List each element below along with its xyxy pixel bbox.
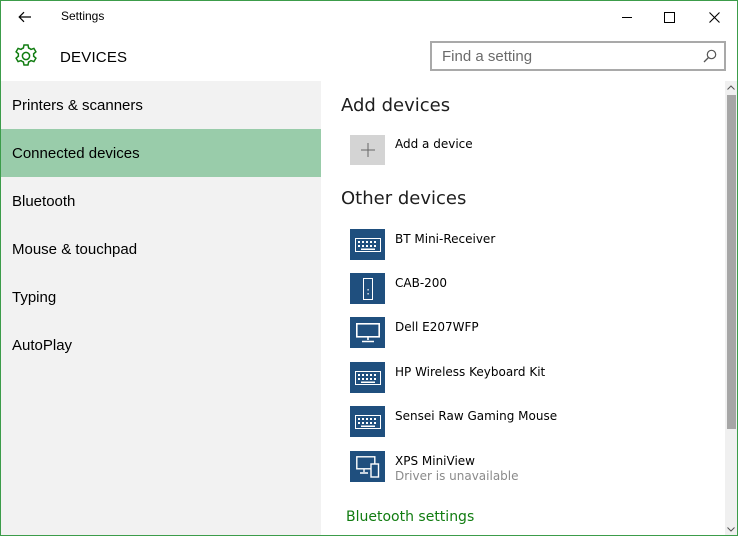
close-button[interactable] xyxy=(691,1,737,33)
sidebar-item-printers-scanners[interactable]: Printers & scanners xyxy=(1,81,321,129)
add-device-label[interactable]: Add a device xyxy=(395,137,473,151)
add-device-button[interactable] xyxy=(350,135,385,165)
sidebar-item-label: AutoPlay xyxy=(12,337,73,354)
sidebar-item-label: Typing xyxy=(12,289,57,306)
device-item[interactable]: CAB-200 xyxy=(321,269,721,309)
scroll-thumb[interactable] xyxy=(727,95,736,429)
content-scrollbar[interactable] xyxy=(725,81,737,535)
scroll-down-button[interactable] xyxy=(725,523,737,535)
content-pane: Add devices Add a device Other devices B… xyxy=(321,81,725,535)
minimize-icon xyxy=(621,16,632,18)
device-tile xyxy=(350,229,385,260)
sidebar-item-label: Printers & scanners xyxy=(12,97,143,114)
sidebar-item-mouse-touchpad[interactable]: Mouse & touchpad xyxy=(1,225,321,273)
device-name: Sensei Raw Gaming Mouse xyxy=(395,409,558,423)
back-button[interactable] xyxy=(9,4,41,30)
other-devices-heading: Other devices xyxy=(341,188,467,209)
sidebar-item-label: Mouse & touchpad xyxy=(12,241,138,258)
sidebar-item-connected-devices[interactable]: Connected devices xyxy=(1,129,321,177)
page-title: DEVICES xyxy=(60,49,128,66)
device-item[interactable]: XPS MiniView Driver is unavailable xyxy=(321,447,721,487)
device-name: BT Mini-Receiver xyxy=(395,232,496,246)
keyboard-icon xyxy=(354,370,381,385)
settings-window: Settings DEVICES Printe xyxy=(0,0,738,536)
device-name: Dell E207WFP xyxy=(395,320,479,334)
add-devices-heading: Add devices xyxy=(341,95,451,116)
speaker-icon xyxy=(362,277,373,300)
device-item[interactable]: BT Mini-Receiver xyxy=(321,225,721,265)
sidebar-item-label: Bluetooth xyxy=(12,193,76,210)
minimize-button[interactable] xyxy=(604,1,650,33)
device-name: CAB-200 xyxy=(395,276,448,290)
keyboard-icon xyxy=(354,414,381,429)
monitor-icon xyxy=(355,322,380,342)
device-tile xyxy=(350,406,385,437)
chevron-down-icon xyxy=(727,526,735,532)
keyboard-icon xyxy=(354,237,381,252)
device-item[interactable]: Dell E207WFP xyxy=(321,313,721,353)
device-name: HP Wireless Keyboard Kit xyxy=(395,365,546,379)
device-status: Driver is unavailable xyxy=(395,469,519,483)
device-item[interactable]: HP Wireless Keyboard Kit xyxy=(321,358,721,398)
gear-icon xyxy=(15,44,37,66)
sidebar-item-label: Connected devices xyxy=(12,145,140,162)
title-bar: Settings xyxy=(1,1,737,33)
device-tile xyxy=(350,273,385,304)
device-tile xyxy=(350,362,385,393)
arrow-left-icon xyxy=(18,11,31,23)
sidebar-item-autoplay[interactable]: AutoPlay xyxy=(1,321,321,369)
search-icon[interactable] xyxy=(702,48,718,64)
sidebar: Printers & scanners Connected devices Bl… xyxy=(1,81,321,535)
plus-icon xyxy=(360,143,375,157)
close-icon xyxy=(708,11,720,23)
maximize-icon xyxy=(663,11,675,23)
chevron-up-icon xyxy=(727,84,735,90)
maximize-button[interactable] xyxy=(646,1,692,33)
window-title: Settings xyxy=(61,9,105,23)
settings-header: DEVICES xyxy=(1,33,737,81)
computer-phone-icon xyxy=(355,455,379,478)
device-item[interactable]: Sensei Raw Gaming Mouse xyxy=(321,402,721,442)
search-box[interactable] xyxy=(430,41,726,71)
sidebar-item-bluetooth[interactable]: Bluetooth xyxy=(1,177,321,225)
device-tile xyxy=(350,317,385,348)
scroll-up-button[interactable] xyxy=(725,81,737,93)
search-input[interactable] xyxy=(432,43,694,69)
sidebar-item-typing[interactable]: Typing xyxy=(1,273,321,321)
bluetooth-settings-link[interactable]: Bluetooth settings xyxy=(346,509,474,525)
device-name: XPS MiniView xyxy=(395,454,475,468)
device-tile xyxy=(350,451,385,482)
